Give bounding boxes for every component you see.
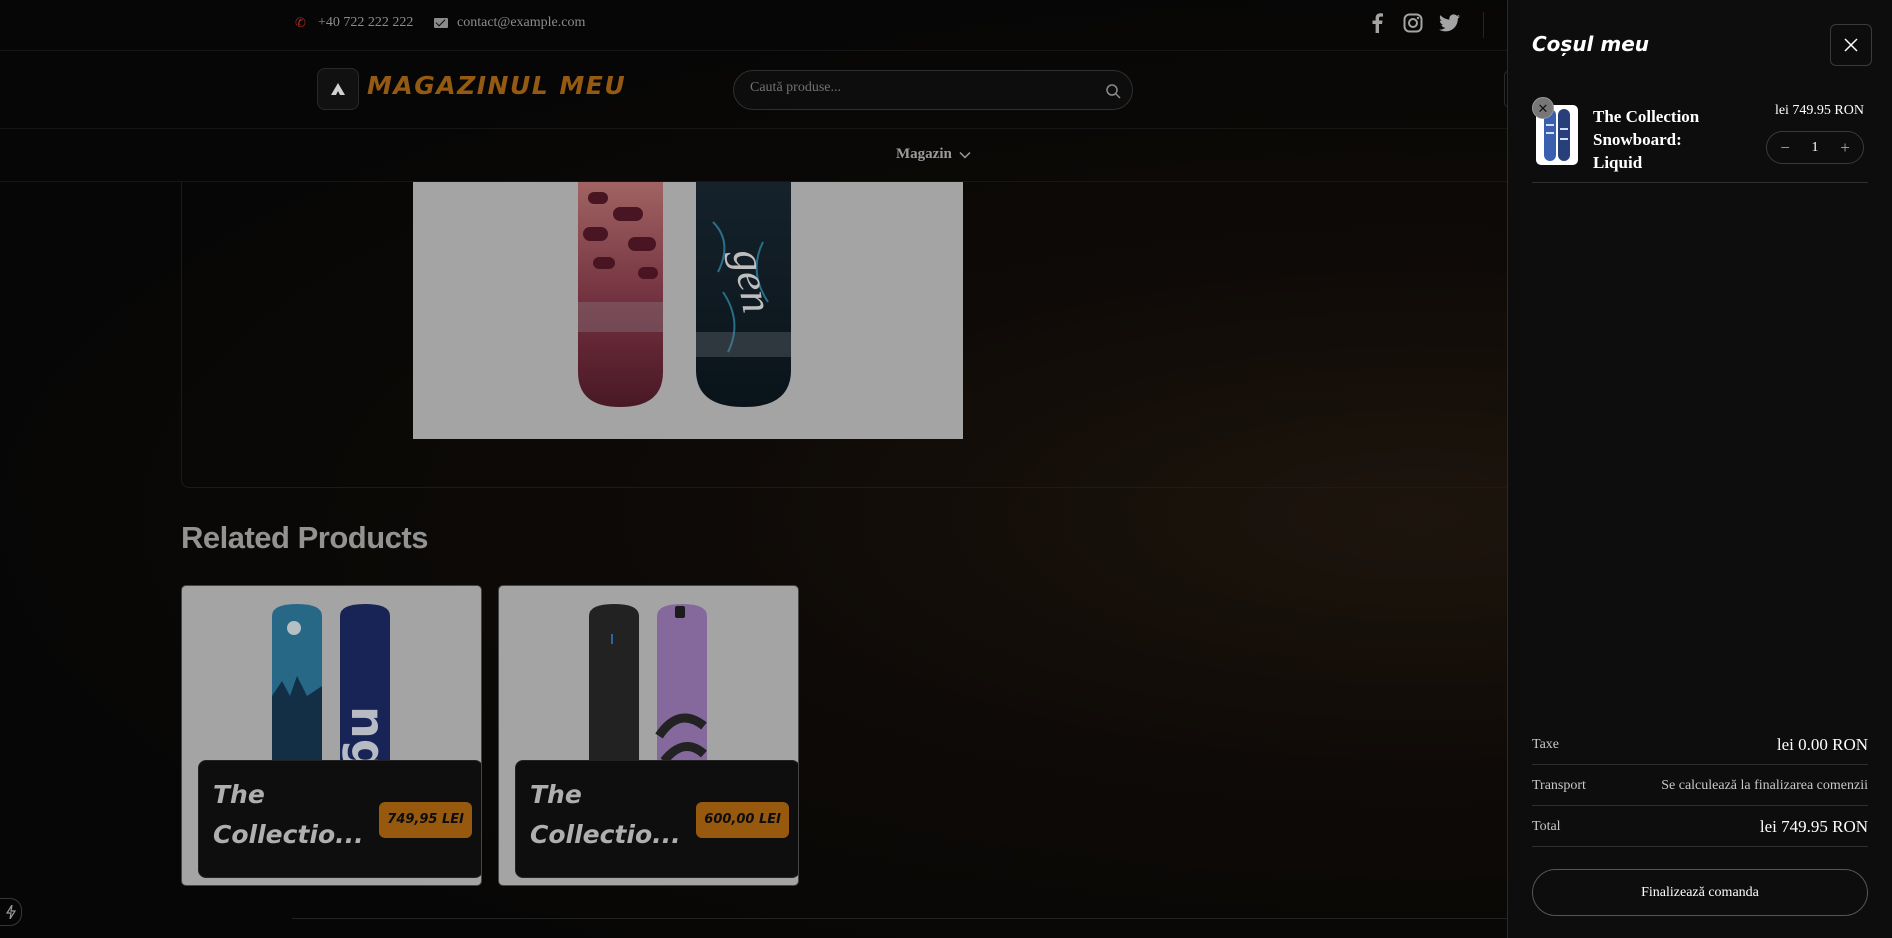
product-image[interactable]: gen [413,182,963,439]
summary-shipping: Transport Se calculează la finalizarea c… [1532,776,1868,806]
nav-item-label: Magazin [896,146,952,162]
product-label: The Collectio... 749,95 LEI [198,760,481,878]
twitter-icon[interactable] [1438,12,1460,34]
logo-icon [331,83,345,95]
social-links [1366,12,1460,34]
bolt-icon[interactable] [0,898,22,926]
site-logo-text[interactable]: MAGAZINUL MEU [367,71,626,100]
taxes-label: Taxe [1532,737,1560,752]
product-price-badge: 600,00 LEI [696,802,789,838]
summary-total: Total lei 749.95 RON [1532,817,1868,847]
search-input[interactable] [750,80,1090,96]
phone-icon: ✆ [295,15,306,30]
shipping-label: Transport [1532,778,1586,793]
email-address: contact@example.com [457,15,586,30]
chevron-down-icon [959,151,971,159]
mail-icon [434,18,448,28]
product-name[interactable]: The Collectio... [213,775,383,855]
nav-item-magazin[interactable]: Magazin [896,146,971,163]
search-icon[interactable] [1105,83,1121,99]
increase-quantity-button[interactable]: + [1837,138,1853,158]
close-cart-button[interactable] [1830,24,1872,66]
site-header: MAGAZINUL MEU [0,51,1510,129]
product-name[interactable]: The Collectio... [530,775,700,855]
close-icon [1844,38,1858,52]
related-products-title: Related Products [181,520,428,555]
shipping-value: Se calculează la finalizarea comenzii [1661,778,1868,793]
facebook-icon[interactable] [1366,12,1388,34]
quantity-value: 1 [1811,139,1819,155]
cart-item-name[interactable]: The Collection Snowboard: Liquid [1593,105,1733,174]
decrease-quantity-button[interactable]: − [1777,138,1793,158]
top-bar: ✆ +40 722 222 222 contact@example.com [0,0,1510,51]
footer-divider [292,918,1510,919]
topbar-divider [1483,12,1484,38]
checkout-button[interactable]: Finalizează comanda [1532,869,1868,916]
total-label: Total [1532,819,1561,834]
search-bar [733,70,1133,110]
cart-item-price: lei 749.95 RON [1774,103,1864,118]
email-contact[interactable]: contact@example.com [434,15,585,31]
main-nav: Magazin [0,129,1510,182]
taxes-value: lei 0.00 RON [1776,735,1868,754]
summary-taxes: Taxe lei 0.00 RON [1532,735,1868,765]
quantity-stepper: − 1 + [1766,131,1864,164]
related-product-card[interactable]: The Collectio... 600,00 LEI [498,585,799,886]
cart-line-item: ✕ The Collection Snowboard: Liquid lei 7… [1532,97,1868,183]
total-value: lei 749.95 RON [1759,817,1868,836]
phone-number: +40 722 222 222 [318,15,414,30]
cart-drawer: Coșul meu ✕ The Collection Snowboard: Li… [1507,0,1892,938]
logo-mark[interactable] [317,68,359,110]
product-label: The Collectio... 600,00 LEI [515,760,798,878]
phone-contact[interactable]: ✆ +40 722 222 222 [295,15,413,31]
product-price-badge: 749,95 LEI [379,802,472,838]
related-product-card[interactable]: ngn The Collectio... 749,95 LEI [181,585,482,886]
remove-item-button[interactable]: ✕ [1532,97,1554,119]
cart-title: Coșul meu [1532,32,1650,56]
instagram-icon[interactable] [1402,12,1424,34]
